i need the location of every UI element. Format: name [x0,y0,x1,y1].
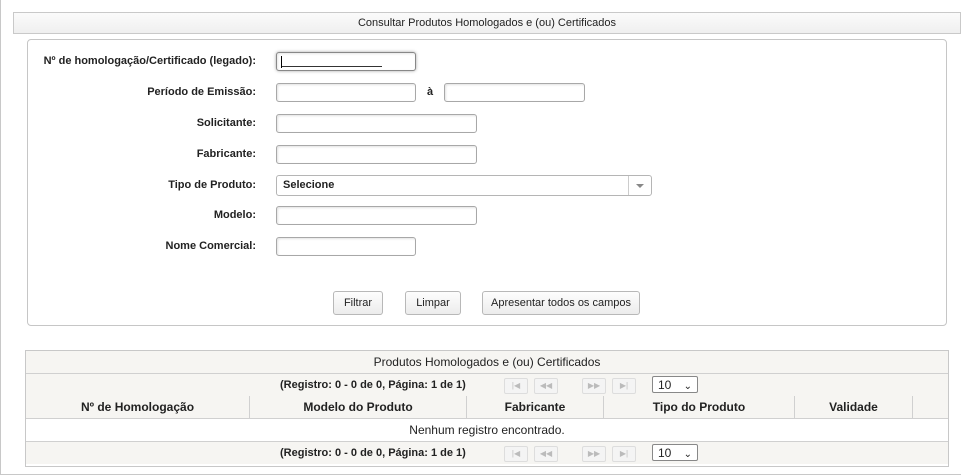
results-caption: Produtos Homologados e (ou) Certificados [26,351,948,374]
first-page-icon[interactable]: |◀ [504,446,528,462]
prev-page-icon[interactable]: ◀◀ [534,446,558,462]
product-type-label: Tipo de Produto: [168,179,256,191]
pager-info: (Registro: 0 - 0 de 0, Página: 1 de 1) [280,379,466,391]
last-page-icon[interactable]: ▶| [612,378,636,394]
product-type-select[interactable]: Selecione [276,175,652,196]
prev-page-icon[interactable]: ◀◀ [534,378,558,394]
pager-info: (Registro: 0 - 0 de 0, Página: 1 de 1) [280,447,466,459]
column-header-validity[interactable]: Validade [795,396,913,418]
next-page-icon[interactable]: ▶▶ [582,378,606,394]
chevron-down-icon[interactable] [628,176,651,195]
rows-per-page-select[interactable]: 10 ⌄ [652,444,698,461]
column-header-product-type[interactable]: Tipo do Produto [604,396,795,418]
column-header-spacer [913,396,948,418]
period-separator: à [427,86,434,98]
manufacturer-label: Fabricante: [196,148,256,160]
column-header-homologation[interactable]: Nº de Homologação [26,396,250,418]
empty-message-row: Nenhum registro encontrado. [26,419,948,442]
requester-input[interactable] [276,114,477,133]
manufacturer-input[interactable] [276,145,477,164]
product-type-selected: Selecione [283,179,335,191]
column-header-model[interactable]: Modelo do Produto [250,396,467,418]
rows-per-page-select[interactable]: 10 ⌄ [652,376,698,393]
certificate-number-label: Nº de homologação/Certificado (legado): [43,55,256,67]
first-page-icon[interactable]: |◀ [504,378,528,394]
trade-name-label: Nome Comercial: [165,240,256,252]
last-page-icon[interactable]: ▶| [612,446,636,462]
clear-button[interactable]: Limpar [405,291,461,315]
show-all-fields-button[interactable]: Apresentar todos os campos [482,291,640,315]
input-underline [282,66,382,67]
issue-period-start-input[interactable] [276,83,416,102]
results-table: Produtos Homologados e (ou) Certificados… [25,350,949,467]
chevron-down-icon: ⌄ [683,449,692,460]
rows-per-page-value: 10 [658,446,672,460]
requester-label: Solicitante: [196,117,256,129]
table-header: Nº de Homologação Modelo do Produto Fabr… [26,396,948,419]
page-title: Consultar Produtos Homologados e (ou) Ce… [13,12,961,34]
model-input[interactable] [276,206,477,225]
issue-period-label: Período de Emissão: [147,86,256,98]
next-page-icon[interactable]: ▶▶ [582,446,606,462]
chevron-down-icon: ⌄ [683,381,692,392]
filter-button[interactable]: Filtrar [333,291,383,315]
column-header-manufacturer[interactable]: Fabricante [467,396,604,418]
search-form-panel: Nº de homologação/Certificado (legado): … [27,39,947,326]
pager-bottom: (Registro: 0 - 0 de 0, Página: 1 de 1) |… [26,442,948,464]
model-label: Modelo: [213,209,256,221]
pager-top: (Registro: 0 - 0 de 0, Página: 1 de 1) |… [26,374,948,397]
rows-per-page-value: 10 [658,378,672,392]
trade-name-input[interactable] [276,237,416,256]
issue-period-end-input[interactable] [444,83,585,102]
certificate-number-input[interactable] [276,52,416,71]
